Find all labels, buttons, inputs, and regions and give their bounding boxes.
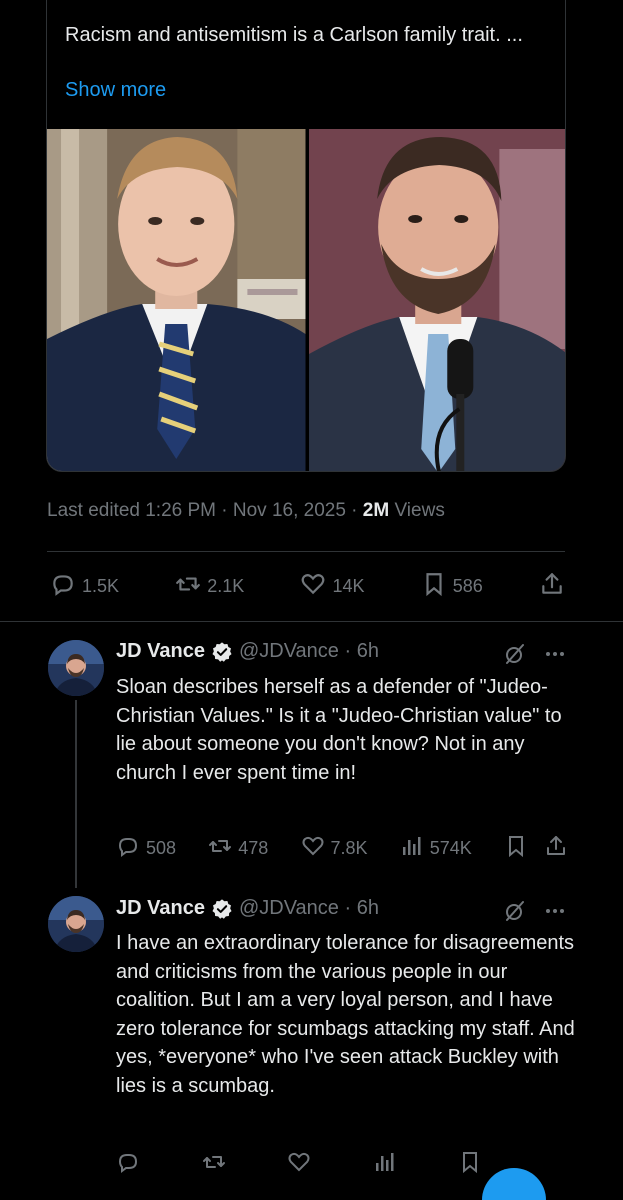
repost-button[interactable] xyxy=(202,1150,226,1179)
reply-button[interactable] xyxy=(116,1150,140,1179)
bookmark-icon[interactable] xyxy=(504,834,528,863)
more-options-icon[interactable] xyxy=(543,899,567,923)
views-button[interactable]: 574K xyxy=(400,834,472,863)
views-button[interactable] xyxy=(373,1150,397,1179)
bookmark-icon xyxy=(421,571,447,602)
grok-icon[interactable] xyxy=(503,899,527,923)
quoted-tweet-photos[interactable] xyxy=(47,129,565,471)
repost-count: 478 xyxy=(238,838,269,858)
share-icon xyxy=(539,571,565,602)
reply-tools xyxy=(503,899,567,923)
heart-icon xyxy=(287,1150,311,1179)
divider xyxy=(47,551,565,552)
reply-icon xyxy=(50,571,76,602)
reply-text: I have an extraordinary tolerance for di… xyxy=(116,932,575,1097)
show-more-link[interactable]: Show more xyxy=(65,79,166,102)
reply-icon xyxy=(116,834,140,863)
repost-count: 2.1K xyxy=(207,575,245,596)
share-icon[interactable] xyxy=(544,834,568,863)
like-button[interactable]: 7.8K xyxy=(301,834,368,863)
repost-button[interactable]: 2.1K xyxy=(175,571,244,602)
reply-header: JD Vance @JDVance · 6h xyxy=(116,640,379,663)
reply-button[interactable]: 1.5K xyxy=(50,571,119,602)
bookmark-count: 586 xyxy=(452,575,483,596)
grok-icon[interactable] xyxy=(503,642,527,666)
like-button[interactable]: 14K xyxy=(300,571,365,602)
reply-icon xyxy=(116,1150,140,1179)
quoted-tweet-card[interactable]: Racism and antisemitism is a Carlson fam… xyxy=(46,0,566,472)
verified-badge-icon xyxy=(211,898,233,920)
author-name[interactable]: JD Vance xyxy=(116,897,205,920)
views-label: Views xyxy=(389,500,445,521)
reply-action-bar: 508 478 7.8K 574K xyxy=(116,834,568,863)
bookmark-button[interactable] xyxy=(458,1150,482,1179)
reply-tools xyxy=(503,642,567,666)
more-options-icon[interactable] xyxy=(543,642,567,666)
reply-count: 1.5K xyxy=(82,575,120,596)
avatar[interactable] xyxy=(48,896,104,952)
views-count: 574K xyxy=(429,838,472,858)
photo-right[interactable] xyxy=(308,129,565,471)
views-count: 2M xyxy=(362,500,390,521)
heart-icon xyxy=(300,571,326,602)
avatar[interactable] xyxy=(48,640,104,696)
author-name[interactable]: JD Vance xyxy=(116,640,205,663)
heart-icon xyxy=(301,834,325,863)
like-count: 7.8K xyxy=(330,838,368,858)
repost-icon xyxy=(208,834,232,863)
bar-chart-icon xyxy=(400,834,424,863)
bookmark-button[interactable]: 586 xyxy=(421,571,483,602)
tweet-action-bar: 1.5K 2.1K 14K 586 xyxy=(50,566,565,606)
author-handle[interactable]: @JDVance · 6h xyxy=(239,640,379,663)
tweet-meta: Last edited 1:26 PM · Nov 16, 2025 · 2M … xyxy=(47,500,445,522)
reply-button[interactable]: 508 xyxy=(116,834,176,863)
repost-button[interactable]: 478 xyxy=(208,834,268,863)
like-count: 14K xyxy=(332,575,365,596)
author-handle[interactable]: @JDVance · 6h xyxy=(239,897,379,920)
divider xyxy=(0,621,623,622)
bookmark-icon xyxy=(458,1150,482,1179)
bookmark-share-group xyxy=(504,834,568,863)
like-button[interactable] xyxy=(287,1150,311,1179)
reply-count: 508 xyxy=(146,838,177,858)
photo-left[interactable] xyxy=(47,129,306,471)
edited-timestamp: Last edited 1:26 PM · Nov 16, 2025 · xyxy=(47,500,363,521)
repost-icon xyxy=(175,571,201,602)
bar-chart-icon xyxy=(373,1150,397,1179)
share-button[interactable] xyxy=(539,571,565,602)
repost-icon xyxy=(202,1150,226,1179)
reply-text: Sloan describes herself as a defender of… xyxy=(116,676,562,784)
verified-badge-icon xyxy=(211,641,233,663)
reply-header: JD Vance @JDVance · 6h xyxy=(116,897,379,920)
thread-line xyxy=(75,700,77,888)
quoted-tweet-text: Racism and antisemitism is a Carlson fam… xyxy=(65,24,523,46)
